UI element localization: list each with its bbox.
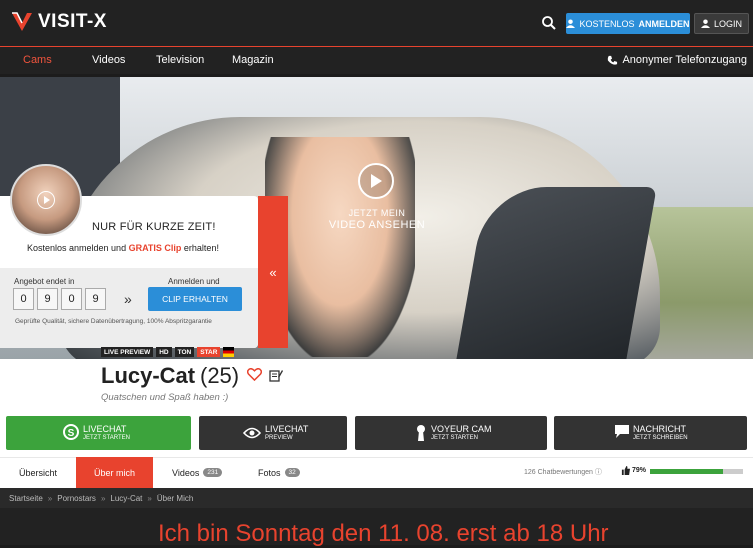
chat-ratings-label: 126 Chatbewertungen: [524, 469, 593, 476]
german-flag-icon: [223, 347, 235, 357]
thumbs-up-icon: [621, 466, 630, 475]
breadcrumb-item[interactable]: Lucy-Cat: [110, 494, 142, 503]
tab-label: Über mich: [93, 467, 135, 478]
action-title: VOYEUR CAM: [431, 423, 492, 434]
search-icon[interactable]: [541, 15, 557, 31]
promo-sub-highlight: GRATIS Clip: [128, 243, 182, 253]
svg-text:S: S: [68, 428, 75, 439]
action-subtitle: JETZT STARTEN: [83, 434, 131, 441]
register-label-bold: ANMELDEN: [638, 18, 690, 29]
countdown-digit: 0: [61, 288, 82, 310]
tab-videos[interactable]: Videos 231: [172, 457, 223, 488]
action-title: LIVECHAT: [265, 423, 309, 434]
message-icon: [615, 425, 629, 438]
logo-icon: [12, 12, 32, 31]
promo-avatar[interactable]: [10, 164, 82, 236]
promo-collapse-handle[interactable]: «: [258, 196, 288, 348]
tab-label: Übersicht: [19, 467, 58, 478]
double-chevron-right-icon: »: [124, 291, 132, 307]
edit-note-icon[interactable]: [269, 369, 283, 382]
double-chevron-left-icon: «: [269, 264, 277, 280]
promo-subtext: Kostenlos anmelden und GRATIS Clip erhal…: [27, 243, 219, 253]
logo-text: VISIT-X: [38, 11, 107, 32]
countdown-digit: 9: [85, 288, 106, 310]
nav-item-cams[interactable]: Cams: [23, 54, 52, 66]
keyhole-icon: [417, 425, 425, 441]
eye-icon: [243, 427, 261, 439]
promo-headline: NUR FÜR KURZE ZEIT!: [92, 221, 216, 233]
tab-overview[interactable]: Übersicht: [19, 457, 57, 488]
site-logo[interactable]: VISIT-X: [10, 11, 107, 33]
user-icon: [566, 19, 576, 28]
tab-about[interactable]: Über mich: [76, 457, 153, 488]
action-subtitle: PREVIEW: [265, 434, 293, 441]
profile-tagline: Quatschen und Spaß haben :): [101, 392, 229, 403]
video-play-button[interactable]: [358, 163, 394, 199]
tab-label: Fotos: [258, 467, 281, 478]
get-clip-button[interactable]: CLIP ERHALTEN: [148, 287, 242, 311]
offer-ends-label: Angebot endet in: [14, 277, 75, 286]
breadcrumb-separator: »: [100, 493, 106, 503]
phone-access-link[interactable]: Anonymer Telefonzugang: [607, 54, 747, 66]
phone-icon: [608, 55, 618, 65]
video-cta[interactable]: JETZT MEIN VIDEO ANSEHEN: [327, 207, 427, 231]
profile-avatar[interactable]: [10, 336, 92, 400]
info-icon: ⓘ: [594, 469, 602, 476]
availability-message: Ich bin Sonntag den 11. 08. erst ab 18 U…: [158, 520, 609, 547]
send-message-button[interactable]: NACHRICHT JETZT SCHREIBEN: [554, 416, 747, 450]
register-button[interactable]: KOSTENLOS ANMELDEN: [566, 13, 690, 34]
promo-sub-pre: Kostenlos anmelden und: [27, 243, 129, 253]
livechat-icon: S: [63, 424, 79, 440]
breadcrumb-item-current: Über Mich: [156, 493, 194, 503]
signin-label: Anmelden und: [168, 277, 220, 286]
action-title: NACHRICHT: [633, 423, 686, 434]
video-cta-line1: JETZT MEIN: [348, 208, 406, 218]
user-icon: [700, 19, 710, 28]
videos-count-badge: 231: [203, 468, 223, 477]
action-title: LIVECHAT: [83, 423, 127, 434]
phone-label: Anonymer Telefonzugang: [622, 54, 747, 66]
profile-badges: LIVE PREVIEW HD TON STAR: [101, 347, 235, 357]
nav-item-television[interactable]: Television: [156, 54, 204, 66]
badge-live-preview: LIVE PREVIEW: [101, 347, 154, 357]
profile-age: (25): [200, 363, 240, 388]
chat-ratings[interactable]: 126 Chatbewertungen ⓘ: [524, 467, 602, 477]
breadcrumb-item[interactable]: Startseite: [9, 494, 43, 503]
promo-fine-print: Geprüfte Qualität, sichere Datenübertrag…: [15, 318, 212, 325]
badge-ton: TON: [174, 347, 195, 357]
nav-item-videos[interactable]: Videos: [92, 54, 125, 66]
play-icon: [37, 191, 55, 209]
login-label: LOGIN: [713, 18, 742, 29]
livechat-start-button[interactable]: S LIVECHAT JETZT STARTEN: [6, 416, 191, 450]
tab-label: Videos: [172, 467, 200, 478]
nav-item-magazin[interactable]: Magazin: [232, 54, 274, 66]
action-subtitle: JETZT SCHREIBEN: [633, 434, 688, 441]
register-label: KOSTENLOS: [579, 18, 635, 29]
rating-bar-fill: [650, 469, 724, 474]
profile-name: Lucy-Cat: [101, 363, 196, 388]
badge-star: STAR: [197, 347, 221, 357]
play-icon: [371, 174, 382, 188]
countdown-digits: 0 9 0 9: [13, 288, 106, 310]
breadcrumb-separator: »: [147, 493, 152, 503]
countdown-digit: 9: [37, 288, 58, 310]
video-cta-line2: VIDEO ANSEHEN: [328, 219, 426, 231]
breadcrumb: Startseite » Pornostars » Lucy-Cat » Übe…: [0, 488, 753, 508]
rating-bar: [650, 469, 743, 474]
login-button[interactable]: LOGIN: [694, 13, 749, 34]
badge-hd: HD: [156, 347, 172, 357]
action-subtitle: JETZT STARTEN: [431, 434, 479, 441]
breadcrumb-item[interactable]: Pornostars: [57, 494, 96, 503]
countdown-digit: 0: [13, 288, 34, 310]
rating-percent-label: 79%: [632, 467, 647, 474]
photos-count-badge: 32: [284, 468, 300, 477]
promo-sub-post: erhalten!: [181, 243, 219, 253]
breadcrumb-separator: »: [47, 493, 53, 503]
heart-icon[interactable]: [247, 368, 262, 381]
rating-percent: 79%: [621, 466, 646, 475]
voyeur-cam-button[interactable]: VOYEUR CAM JETZT STARTEN: [355, 416, 547, 450]
tab-photos[interactable]: Fotos 32: [258, 457, 300, 488]
livechat-preview-button[interactable]: LIVECHAT PREVIEW: [199, 416, 347, 450]
